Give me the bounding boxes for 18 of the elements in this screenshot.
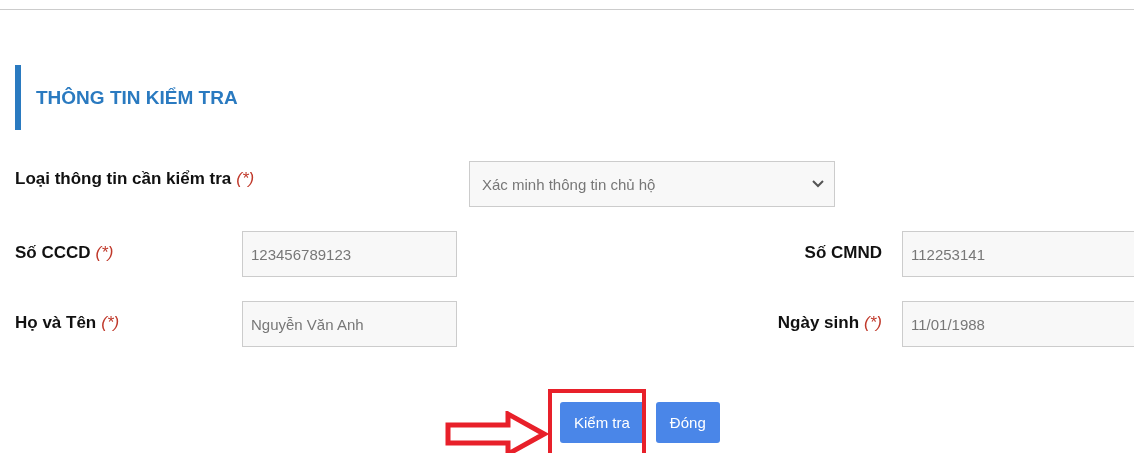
arrow-icon — [444, 411, 548, 453]
info-type-select[interactable]: Xác minh thông tin chủ hộ — [469, 161, 835, 207]
required-mark: (*) — [101, 313, 120, 332]
field-label: Loại thông tin cần kiểm tra — [15, 169, 232, 188]
text-field[interactable]: 112253141 — [902, 231, 1134, 277]
field-label: Họ và Tên — [15, 313, 97, 332]
chevron-down-icon — [812, 180, 824, 188]
field-label: Số CMND — [804, 243, 882, 262]
text-field[interactable]: 11/01/1988 — [902, 301, 1134, 347]
required-mark: (*) — [864, 313, 882, 332]
field-label: Số CCCD — [15, 243, 91, 262]
close-button[interactable]: Đóng — [655, 402, 720, 443]
text-field[interactable]: Nguyễn Văn Anh — [242, 301, 457, 347]
section-title: THÔNG TIN KIỂM TRA — [36, 86, 238, 109]
field-label: Ngày sinh — [777, 313, 860, 332]
text-field[interactable]: 123456789123 — [242, 231, 457, 277]
required-mark: (*) — [95, 243, 114, 262]
required-mark: (*) — [236, 169, 255, 188]
